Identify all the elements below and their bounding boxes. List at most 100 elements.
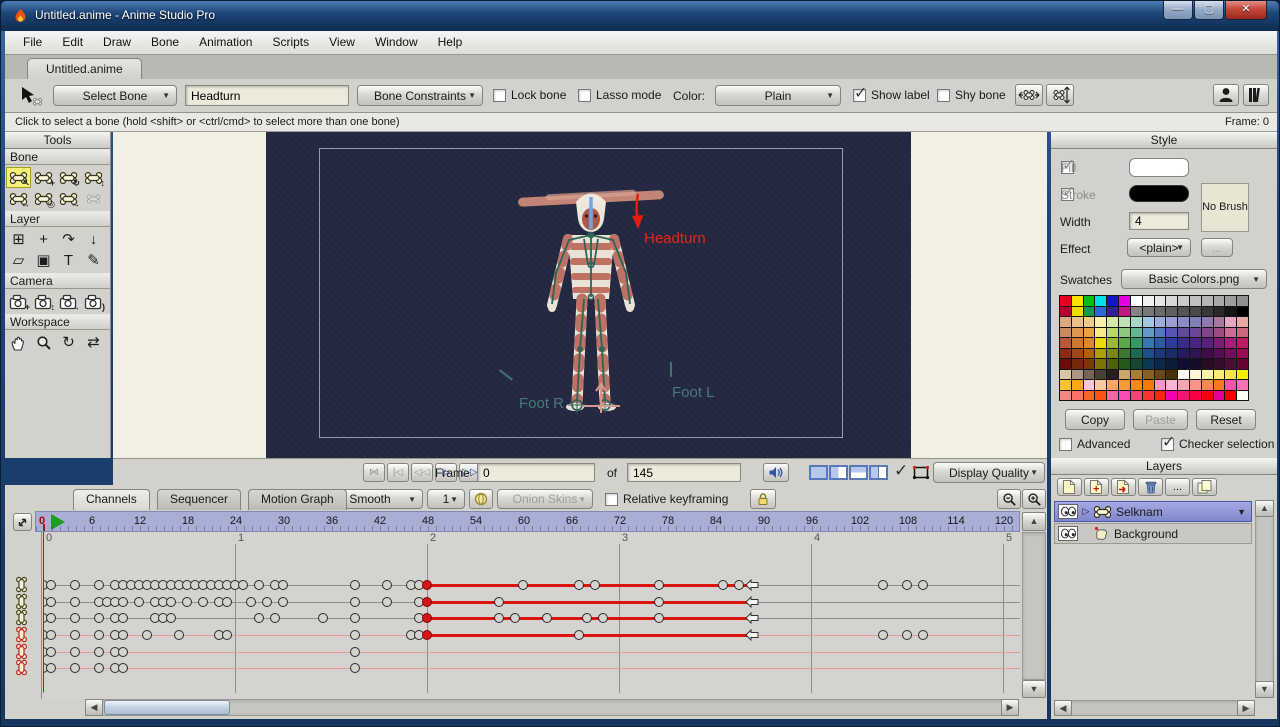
swatch-r1-c14[interactable]: [1214, 296, 1225, 306]
bone-color-dropdown[interactable]: Plain▼: [715, 85, 841, 106]
keyframe[interactable]: [278, 597, 288, 607]
timeline-tab-sequencer[interactable]: Sequencer: [157, 489, 241, 510]
swatch-r3-c2[interactable]: [1072, 317, 1083, 327]
keyframe[interactable]: [222, 597, 232, 607]
swatch-r1-c7[interactable]: [1131, 296, 1142, 306]
cycle-keyframe[interactable]: [422, 597, 432, 607]
keyframe[interactable]: [382, 580, 392, 590]
track-camera-tool[interactable]: +: [6, 291, 31, 312]
swatch-r9-c15[interactable]: [1225, 380, 1236, 390]
swatch-r3-c3[interactable]: [1084, 317, 1095, 327]
keyframe[interactable]: [70, 580, 80, 590]
keyframe[interactable]: [494, 597, 504, 607]
character-wizard-button[interactable]: [1213, 84, 1239, 106]
cycle-keyframe[interactable]: [422, 580, 432, 590]
swatch-r1-c8[interactable]: [1143, 296, 1154, 306]
canvas-viewport[interactable]: Headturn Foot R Foot L: [266, 132, 911, 458]
swatch-r10-c11[interactable]: [1178, 391, 1189, 401]
swatch-r2-c9[interactable]: [1155, 307, 1166, 317]
swatch-r6-c1[interactable]: [1060, 349, 1071, 359]
keyframe[interactable]: [198, 597, 208, 607]
selected-bone-scale-channel-icon[interactable]: [14, 659, 29, 676]
swatch-r7-c7[interactable]: [1131, 359, 1142, 369]
keyframe[interactable]: [70, 647, 80, 657]
new-layer-button[interactable]: [1057, 478, 1082, 496]
swatch-r1-c5[interactable]: [1107, 296, 1118, 306]
keyframe[interactable]: [222, 630, 232, 640]
timeline-zoom-out-button[interactable]: [997, 489, 1021, 509]
total-frames-input[interactable]: [627, 463, 741, 482]
menu-scripts[interactable]: Scripts: [262, 31, 319, 54]
swatch-r4-c13[interactable]: [1202, 328, 1213, 338]
jump-start-button[interactable]: ⋈: [363, 463, 385, 482]
keyframe[interactable]: [654, 613, 664, 623]
layers-vertical-scrollbar[interactable]: [1255, 500, 1274, 698]
swatch-r9-c8[interactable]: [1143, 380, 1154, 390]
swatch-r8-c1[interactable]: [1060, 370, 1071, 380]
paste-style-button[interactable]: Paste: [1133, 409, 1188, 430]
move-layer-button[interactable]: [1111, 478, 1136, 496]
current-frame-input[interactable]: [477, 463, 595, 482]
layers-panel-header[interactable]: Layers: [1051, 458, 1277, 475]
swatch-r4-c2[interactable]: [1072, 328, 1083, 338]
eyedropper-tool[interactable]: ✎: [81, 250, 106, 271]
swatch-r9-c10[interactable]: [1166, 380, 1177, 390]
swatch-r5-c6[interactable]: [1119, 338, 1130, 348]
swatch-r5-c7[interactable]: [1131, 338, 1142, 348]
swatch-r9-c2[interactable]: [1072, 380, 1083, 390]
duplicate-layer-button[interactable]: [1192, 478, 1217, 496]
two-view-horizontal-button[interactable]: [849, 465, 868, 480]
keyframe[interactable]: [318, 613, 328, 623]
menu-bone[interactable]: Bone: [141, 31, 189, 54]
swatch-r4-c12[interactable]: [1190, 328, 1201, 338]
timeline-zoom-in-button[interactable]: [1022, 489, 1046, 509]
swatch-r9-c9[interactable]: [1155, 380, 1166, 390]
swatch-r6-c2[interactable]: [1072, 349, 1083, 359]
swatch-r6-c12[interactable]: [1190, 349, 1201, 359]
swatch-r6-c3[interactable]: [1084, 349, 1095, 359]
swatch-r2-c15[interactable]: [1225, 307, 1236, 317]
document-tab[interactable]: Untitled.anime: [27, 58, 142, 79]
timeline-scrollbar-thumb[interactable]: [104, 700, 230, 715]
transform-layer-tool[interactable]: ⊞: [6, 229, 31, 250]
cycle-arrow-icon[interactable]: [745, 612, 759, 624]
maximize-button[interactable]: ▢: [1194, 1, 1224, 20]
swatch-r8-c2[interactable]: [1072, 370, 1083, 380]
two-view-vertical-button[interactable]: [829, 465, 848, 480]
menu-help[interactable]: Help: [428, 31, 473, 54]
library-button[interactable]: [1243, 84, 1269, 106]
keyframe[interactable]: [94, 630, 104, 640]
keyframe[interactable]: [118, 630, 128, 640]
flip-layer-tool[interactable]: ↓: [81, 229, 106, 250]
bone-scale-channel-icon[interactable]: [14, 609, 29, 626]
keyframe[interactable]: [734, 580, 744, 590]
keyframe[interactable]: [718, 580, 728, 590]
timeline-playhead[interactable]: [43, 532, 44, 692]
display-quality-dropdown[interactable]: Display Quality▼: [933, 462, 1045, 483]
lock-keyframes-button[interactable]: [750, 489, 776, 509]
swatch-r6-c9[interactable]: [1155, 349, 1166, 359]
swatch-r2-c5[interactable]: [1107, 307, 1118, 317]
keyframe[interactable]: [46, 597, 56, 607]
keyframe[interactable]: [918, 630, 928, 640]
swatch-r10-c10[interactable]: [1166, 391, 1177, 401]
timeline-vertical-scrollbar[interactable]: [1022, 532, 1046, 680]
keyframe[interactable]: [878, 580, 888, 590]
bone-extra-icon[interactable]: [81, 188, 106, 209]
layers-scroll-right-button[interactable]: ▶: [1237, 700, 1255, 716]
swatch-r5-c16[interactable]: [1237, 338, 1248, 348]
keyframe[interactable]: [134, 597, 144, 607]
minimize-button[interactable]: —: [1163, 1, 1193, 20]
cycle-keyframe[interactable]: [422, 630, 432, 640]
swatch-r2-c7[interactable]: [1131, 307, 1142, 317]
swatch-r10-c1[interactable]: [1060, 391, 1071, 401]
swatch-r8-c14[interactable]: [1214, 370, 1225, 380]
roll-camera-tool[interactable]: ): [81, 291, 106, 312]
keyframe[interactable]: [878, 630, 888, 640]
keyframe[interactable]: [350, 597, 360, 607]
select-bone-tool[interactable]: ↖: [6, 167, 31, 188]
swatch-r7-c14[interactable]: [1214, 359, 1225, 369]
swatch-r9-c4[interactable]: [1095, 380, 1106, 390]
swatch-r7-c16[interactable]: [1237, 359, 1248, 369]
swatch-r7-c6[interactable]: [1119, 359, 1130, 369]
